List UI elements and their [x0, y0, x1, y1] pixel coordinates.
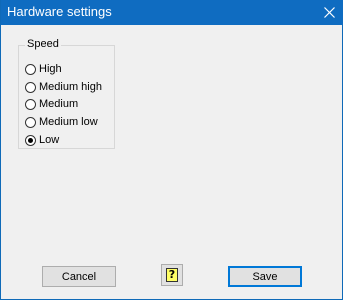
hardware-settings-dialog: Hardware settings Speed High Medium high…	[0, 0, 343, 300]
radio-label: Medium low	[39, 116, 98, 128]
radio-speed-medium-high[interactable]: Medium high	[25, 80, 102, 94]
window-title: Hardware settings	[7, 4, 112, 19]
radio-speed-medium[interactable]: Medium	[25, 97, 78, 111]
radio-button-icon[interactable]	[25, 116, 36, 128]
radio-button-icon[interactable]	[25, 63, 36, 75]
close-icon	[323, 7, 335, 18]
help-button[interactable]: ?	[161, 264, 183, 286]
cancel-button[interactable]: Cancel	[42, 266, 116, 287]
radio-button-icon[interactable]	[25, 98, 36, 110]
radio-label: High	[39, 63, 62, 75]
speed-group-label: Speed	[25, 38, 61, 51]
close-button[interactable]	[314, 0, 343, 25]
radio-button-icon[interactable]	[25, 81, 36, 93]
radio-speed-low[interactable]: Low	[25, 133, 59, 147]
radio-label: Medium high	[39, 81, 102, 93]
radio-speed-high[interactable]: High	[25, 62, 62, 76]
title-bar: Hardware settings	[1, 0, 343, 25]
radio-speed-medium-low[interactable]: Medium low	[25, 115, 98, 129]
radio-label: Low	[39, 134, 60, 146]
radio-label: Medium	[39, 98, 79, 110]
help-icon: ?	[166, 268, 178, 282]
save-button[interactable]: Save	[228, 266, 302, 287]
radio-button-selected-icon[interactable]	[25, 134, 36, 146]
